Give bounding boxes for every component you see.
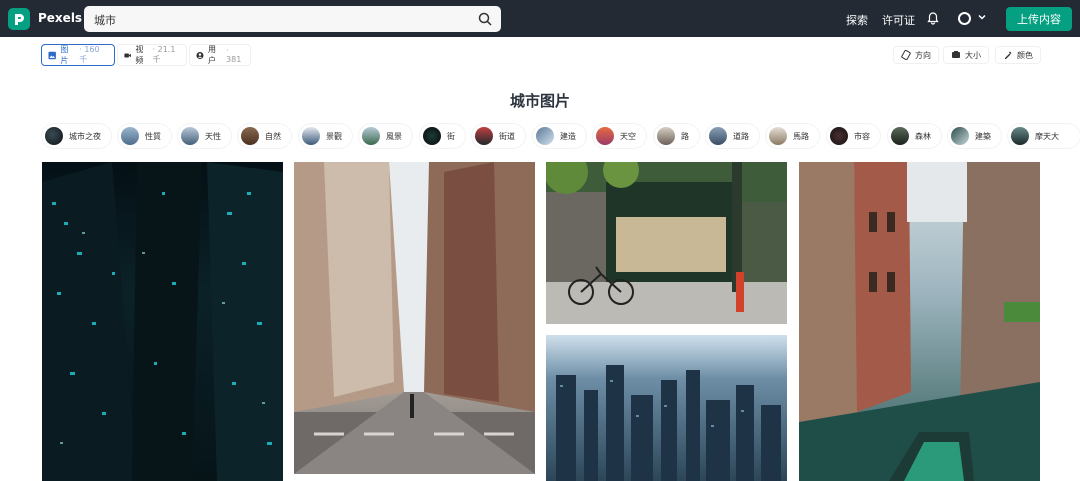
search-bar[interactable]: 城市	[84, 6, 501, 32]
search-icon[interactable]	[477, 11, 493, 27]
chip-12[interactable]: 馬路	[766, 124, 819, 148]
orientation-icon	[901, 50, 911, 60]
chip-3[interactable]: 自然	[238, 124, 291, 148]
tab-videos[interactable]: 视频 · 21.1 千	[117, 44, 187, 66]
chip-2[interactable]: 天性	[178, 124, 231, 148]
photo-night-skyscrapers[interactable]	[42, 162, 283, 481]
page-title: 城市图片	[509, 92, 570, 110]
size-filter[interactable]: 大小	[943, 46, 989, 64]
nav-explore-link[interactable]: 探索	[846, 12, 868, 28]
photo-bakery-storefront[interactable]	[546, 162, 787, 324]
chip-10[interactable]: 路	[654, 124, 699, 148]
chevron-down-icon[interactable]	[976, 11, 988, 23]
size-label: 大小	[965, 50, 981, 60]
tab-users-label: 用户	[207, 45, 216, 65]
upload-button[interactable]: 上传内容	[1006, 7, 1072, 31]
image-icon	[48, 51, 56, 59]
chip-5[interactable]: 風景	[359, 124, 412, 148]
orientation-filter[interactable]: 方向	[893, 46, 939, 64]
color-dropper-icon	[1005, 51, 1012, 59]
search-input[interactable]: 城市	[94, 12, 116, 28]
chip-9[interactable]: 天空	[593, 124, 646, 148]
color-filter[interactable]: 颜色	[995, 46, 1041, 64]
chip-1[interactable]: 性質	[118, 124, 171, 148]
avatar-circle-icon[interactable]	[958, 12, 971, 25]
user-icon	[196, 51, 204, 59]
chip-6[interactable]: 街	[420, 124, 465, 148]
tab-videos-count: · 21.1 千	[152, 45, 176, 64]
color-label: 颜色	[1017, 50, 1033, 60]
chip-14[interactable]: 森林	[888, 124, 941, 148]
orientation-label: 方向	[915, 50, 931, 60]
pexels-logo-icon[interactable]	[8, 8, 30, 30]
chip-15[interactable]: 建築	[948, 124, 1001, 148]
photo-night-skyscrapers-image	[42, 162, 283, 481]
photo-city-aerial[interactable]	[546, 335, 787, 481]
bell-icon[interactable]	[926, 11, 940, 25]
chip-8[interactable]: 建造	[533, 124, 586, 148]
tab-users-count: · 381	[226, 46, 242, 64]
tab-photos-count: · 160 千	[79, 45, 100, 64]
tab-videos-label: 视频	[135, 45, 144, 65]
photo-city-street[interactable]	[294, 162, 535, 474]
chip-4[interactable]: 景觀	[299, 124, 352, 148]
chip-0[interactable]: 城市之夜	[42, 124, 111, 148]
photo-venice-canal-image	[799, 162, 1040, 481]
nav-license-link[interactable]: 许可证	[882, 12, 915, 28]
tab-photos-label: 图片	[60, 45, 69, 65]
top-nav-bar: Pexels 城市 探索 许可证 上传内容	[0, 0, 1080, 37]
logo-text[interactable]: Pexels	[38, 11, 82, 25]
tab-users[interactable]: 用户 · 381	[189, 44, 251, 66]
chip-13[interactable]: 市容	[827, 124, 880, 148]
chip-16[interactable]: 摩天大	[1008, 124, 1080, 148]
video-camera-icon	[124, 52, 131, 58]
chip-7[interactable]: 街道	[472, 124, 525, 148]
tab-photos[interactable]: 图片 · 160 千	[41, 44, 115, 66]
photo-bakery-storefront-image	[546, 162, 787, 324]
photo-city-aerial-image	[556, 365, 781, 481]
size-icon	[952, 51, 960, 58]
photo-city-street-image	[294, 162, 535, 474]
chip-11[interactable]: 道路	[706, 124, 759, 148]
photo-venice-canal[interactable]	[799, 162, 1040, 481]
